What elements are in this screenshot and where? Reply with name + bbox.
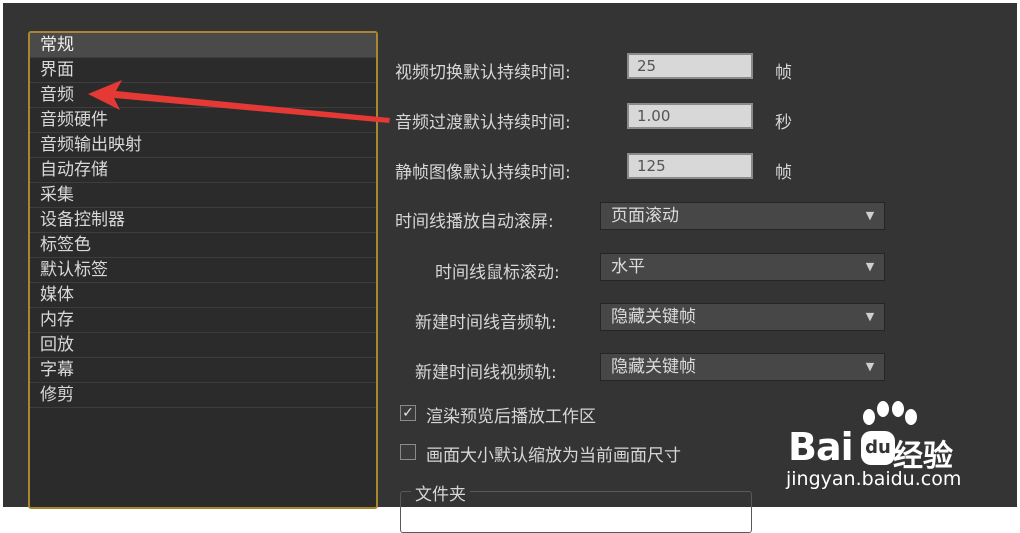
- annotation-arrow-icon: [88, 80, 390, 123]
